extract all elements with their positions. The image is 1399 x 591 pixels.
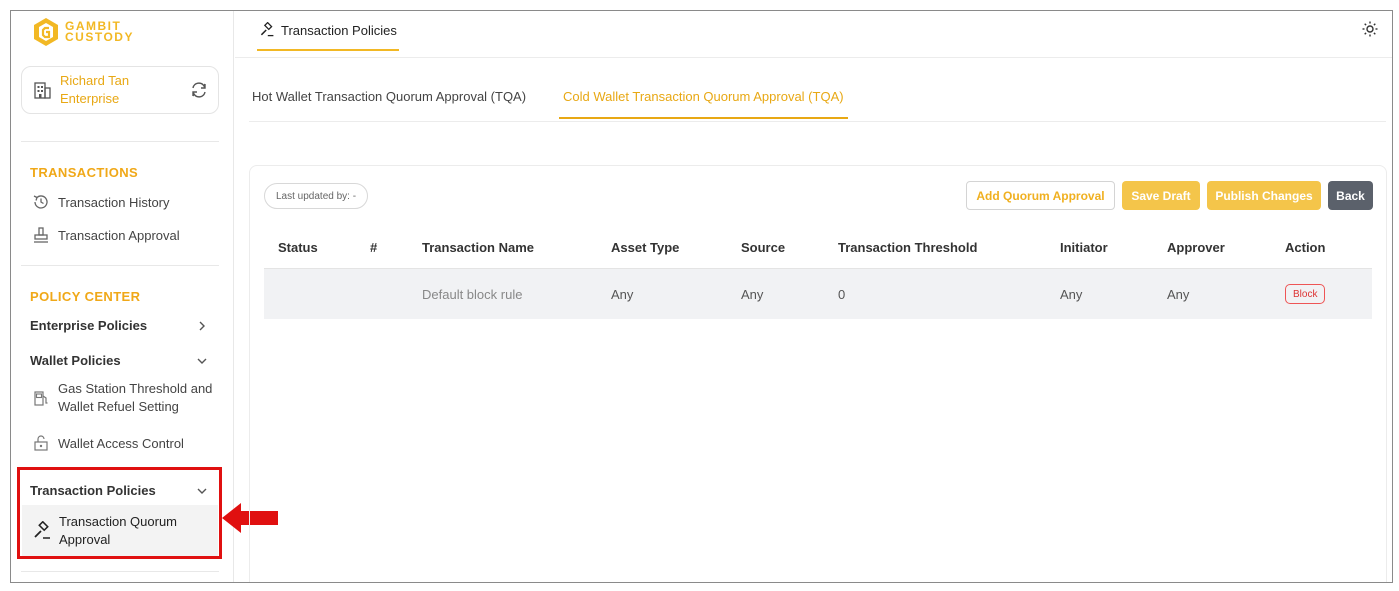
gavel-icon (260, 22, 274, 37)
column-header-initiator: Initiator (1060, 240, 1108, 255)
stamp-icon (34, 227, 48, 243)
policy-panel: Last updated by: - Add Quorum Approval S… (249, 165, 1387, 582)
building-icon (34, 82, 51, 99)
chevron-right-icon (199, 321, 205, 330)
account-name-line2: Enterprise (60, 91, 120, 106)
account-name-line1: Richard Tan (60, 73, 130, 88)
column-header-transaction-threshold: Transaction Threshold (838, 240, 978, 255)
sidebar-item-label: Transaction Approval (58, 227, 180, 243)
brand-logo[interactable]: GAMBIT CUSTODY (33, 17, 134, 47)
gambit-logo-icon (34, 18, 58, 46)
tab-cold-wallet-tqa[interactable]: Cold Wallet Transaction Quorum Approval … (559, 89, 848, 119)
sidebar: GAMBIT CUSTODY Richard Tan Enterprise TR… (11, 11, 234, 582)
fuel-pump-icon (34, 391, 48, 406)
tab-transaction-policies[interactable]: Transaction Policies (257, 11, 399, 51)
sidebar-group-label: Enterprise Policies (30, 318, 148, 333)
section-title-policy-center: POLICY CENTER (30, 289, 141, 304)
sidebar-item-label: Gas Station Threshold and (58, 381, 213, 396)
sidebar-divider (21, 141, 219, 142)
sidebar-item-label: Transaction History (58, 194, 170, 210)
annotation-highlight-box (17, 467, 222, 559)
refresh-icon[interactable] (190, 81, 208, 99)
sidebar-group-enterprise-policies[interactable]: Enterprise Policies (30, 318, 208, 333)
sidebar-item-label: Wallet Refuel Setting (58, 399, 179, 414)
sidebar-group-wallet-policies[interactable]: Wallet Policies (30, 353, 208, 368)
publish-changes-button[interactable]: Publish Changes (1207, 181, 1321, 210)
app-window: GAMBIT CUSTODY Richard Tan Enterprise TR… (10, 10, 1393, 583)
cell-asset-type: Any (611, 287, 634, 302)
column-header-approver: Approver (1167, 240, 1225, 255)
cell-source: Any (741, 287, 764, 302)
column-header-asset-type: Asset Type (611, 240, 680, 255)
cell-transaction-name: Default block rule (422, 287, 523, 302)
sidebar-group-label: Wallet Policies (30, 353, 121, 368)
top-bar: Transaction Policies (235, 11, 1392, 58)
column-header-index: # (370, 240, 378, 255)
last-updated-badge: Last updated by: - (264, 183, 369, 209)
main-content: Transaction Policies Hot Wallet Transact… (235, 11, 1392, 582)
tab-hot-wallet-tqa[interactable]: Hot Wallet Transaction Quorum Approval (… (252, 89, 526, 117)
add-quorum-approval-button[interactable]: Add Quorum Approval (966, 181, 1115, 210)
table-row[interactable]: Default block rule Any Any 0 Any Any Blo… (264, 269, 1372, 319)
account-switcher[interactable]: Richard Tan Enterprise (21, 66, 219, 114)
column-header-action: Action (1285, 240, 1326, 255)
cell-initiator: Any (1060, 287, 1083, 302)
sidebar-divider (21, 571, 219, 572)
history-icon (33, 195, 48, 209)
cell-approver: Any (1167, 287, 1190, 302)
brand-line2: CUSTODY (65, 30, 134, 44)
tab-label: Transaction Policies (281, 22, 397, 38)
sidebar-item-wallet-access-control[interactable]: Wallet Access Control (31, 433, 184, 453)
cell-threshold: 0 (838, 287, 846, 302)
column-header-status: Status (278, 240, 318, 255)
column-header-source: Source (741, 240, 786, 255)
action-block-badge[interactable]: Block (1285, 284, 1326, 304)
section-title-transactions: TRANSACTIONS (30, 165, 139, 180)
back-button[interactable]: Back (1328, 181, 1373, 210)
column-header-transaction-name: Transaction Name (422, 240, 534, 255)
sidebar-item-gas-station[interactable]: Gas Station Threshold and Wallet Refuel … (31, 380, 212, 416)
theme-toggle-sun-icon[interactable] (1362, 21, 1378, 37)
sidebar-item-transaction-approval[interactable]: Transaction Approval (31, 225, 180, 245)
save-draft-button[interactable]: Save Draft (1122, 181, 1200, 210)
table-header: Status # Transaction Name Asset Type Sou… (264, 226, 1372, 269)
sidebar-item-label: Wallet Access Control (58, 435, 184, 451)
lock-icon (34, 435, 48, 451)
wallet-type-tabs: Hot Wallet Transaction Quorum Approval (… (249, 79, 1386, 122)
sidebar-divider (21, 265, 219, 266)
sidebar-item-transaction-history[interactable]: Transaction History (31, 192, 170, 212)
chevron-down-icon (197, 358, 207, 364)
